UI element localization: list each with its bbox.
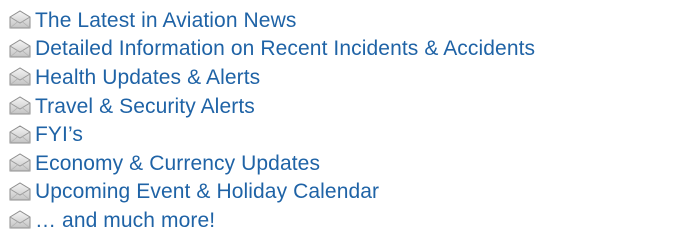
envelope-icon (9, 96, 31, 115)
envelope-icon (9, 182, 31, 201)
envelope-icon (9, 39, 31, 58)
list-item: Economy & Currency Updates (8, 149, 535, 178)
envelope-icon (9, 10, 31, 29)
list-item: … and much more! (8, 206, 535, 235)
list-item-label: Health Updates & Alerts (35, 65, 261, 89)
list-item-label: Detailed Information on Recent Incidents… (35, 37, 536, 61)
list-item: The Latest in Aviation News (8, 6, 535, 35)
envelope-icon (9, 125, 31, 144)
envelope-icon (9, 210, 31, 229)
list-item-label: Economy & Currency Updates (35, 151, 321, 175)
list-item: Upcoming Event & Holiday Calendar (8, 178, 535, 207)
list-item: FYI’s (8, 120, 535, 149)
feature-list: The Latest in Aviation News Detailed Inf… (8, 6, 535, 235)
list-item-label: The Latest in Aviation News (35, 8, 297, 32)
list-item: Travel & Security Alerts (8, 92, 535, 121)
list-item: Detailed Information on Recent Incidents… (8, 35, 535, 64)
list-item-label: Travel & Security Alerts (35, 94, 255, 118)
list-item-label: … and much more! (35, 208, 216, 232)
envelope-icon (9, 153, 31, 172)
envelope-icon (9, 67, 31, 86)
list-item: Health Updates & Alerts (8, 63, 535, 92)
list-item-label: Upcoming Event & Holiday Calendar (35, 180, 380, 204)
list-item-label: FYI’s (35, 123, 83, 147)
